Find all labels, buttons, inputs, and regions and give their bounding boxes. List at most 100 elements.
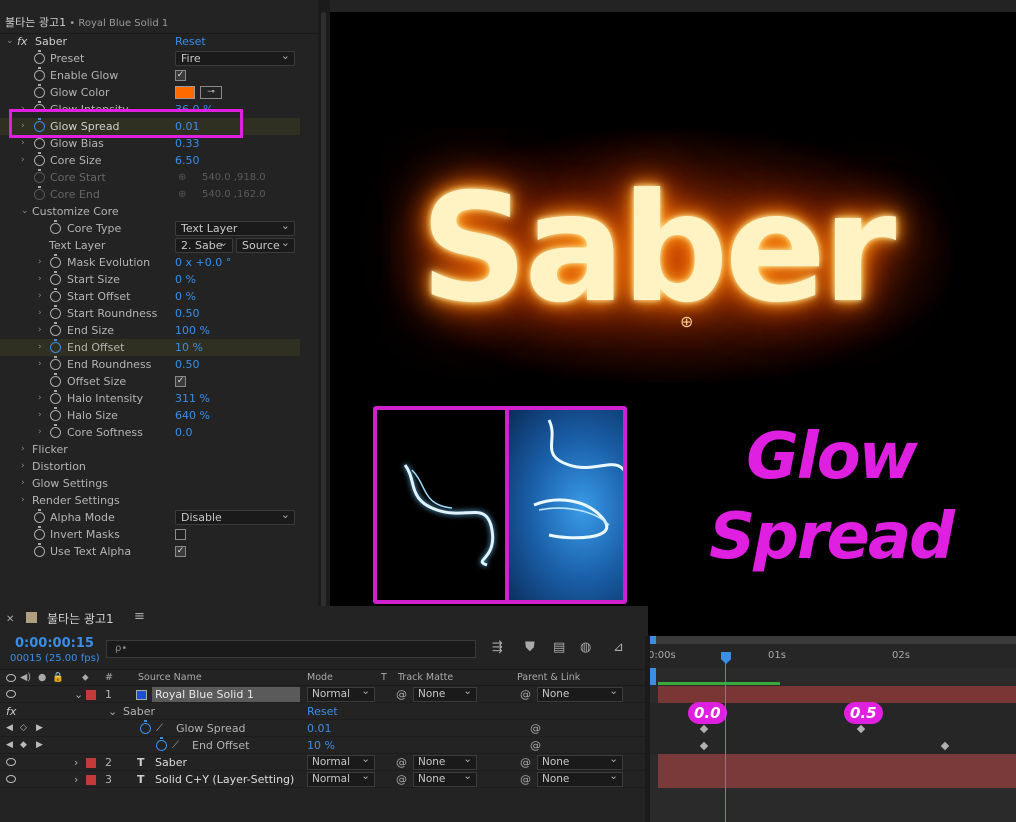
layer-name[interactable]: Solid C+Y (Layer-Setting) [155,771,294,788]
chevron-right-icon[interactable]: › [38,356,48,373]
prev-keyframe-icon[interactable]: ◀ [6,737,13,754]
group-glow-settings[interactable]: › Glow Settings [0,475,300,492]
effect-name[interactable]: Saber [123,703,155,720]
audio-icon[interactable]: ◀) [20,672,31,683]
layer-label-color[interactable] [86,758,96,768]
stopwatch-icon[interactable] [50,339,61,353]
composition-mini-flowchart-icon[interactable]: ⇶ [492,640,503,655]
layer-bar-2[interactable] [658,754,1016,771]
effect-saber-row[interactable]: ⌄ fx Saber Reset [0,33,300,50]
chevron-right-icon[interactable]: › [38,288,48,305]
layer-row-1[interactable]: ⌄ 1 Royal Blue Solid 1 Normal @ None @ N… [0,685,648,703]
layer-row-2[interactable]: › 2 T Saber Normal @ None @ None [0,753,648,771]
stopwatch-icon[interactable] [140,720,151,734]
eye-icon[interactable] [6,690,16,698]
chevron-right-icon[interactable]: › [21,441,31,458]
param-value[interactable]: 0 % [175,271,196,288]
stopwatch-icon[interactable] [34,50,45,64]
close-icon[interactable]: ✕ [6,614,14,625]
add-keyframe-icon[interactable]: ◇ [20,720,27,737]
group-flicker[interactable]: › Flicker [0,441,300,458]
chevron-right-icon[interactable]: › [21,492,31,509]
solo-icon[interactable]: ● [38,672,46,683]
param-value[interactable]: 0 x +0.0 ° [175,254,231,271]
chevron-down-icon[interactable]: ⌄ [74,686,83,703]
group-distortion[interactable]: › Distortion [0,458,300,475]
glow-color-swatch[interactable] [175,86,195,99]
layer-name[interactable]: Saber [155,754,187,771]
frame-blending-icon[interactable]: ▤ [553,640,565,655]
chevron-down-icon[interactable]: ⌄ [6,33,16,50]
invert-masks-checkbox[interactable] [175,529,186,540]
param-value[interactable]: 0.50 [175,356,200,373]
anchor-point-icon[interactable]: ⊕ [680,312,693,331]
reset-button[interactable]: Reset [175,33,206,50]
chevron-right-icon[interactable]: › [21,458,31,475]
param-value[interactable]: 10 % [175,339,203,356]
eye-icon[interactable] [6,758,16,766]
graph-icon[interactable]: ⟋ [172,737,179,754]
graph-editor-icon[interactable]: ⊿ [613,640,624,655]
chevron-right-icon[interactable]: › [38,254,48,271]
param-value[interactable]: 311 % [175,390,210,407]
lock-icon[interactable]: 🔒 [52,672,64,683]
stopwatch-icon[interactable] [50,322,61,336]
chevron-right-icon[interactable]: › [38,407,48,424]
current-timecode[interactable]: 0:00:00:15 [15,636,94,651]
layer-search-input[interactable]: ρ• [106,640,476,658]
stopwatch-icon[interactable] [50,390,61,404]
layer-row-3[interactable]: › 3 T Solid C+Y (Layer-Setting) Normal @… [0,770,648,788]
param-value[interactable]: 6.50 [175,152,200,169]
use-text-alpha-checkbox[interactable]: ✓ [175,546,186,557]
source-dropdown[interactable]: Source [236,236,295,253]
property-value[interactable]: 10 % [307,737,335,754]
expression-icon[interactable]: @ [530,720,541,737]
stopwatch-icon[interactable] [50,356,61,370]
text-layer-dropdown[interactable]: 2. Sabe [175,236,233,253]
layer-label-color[interactable] [86,690,96,700]
layer-bar-3[interactable] [658,771,1016,788]
next-keyframe-icon[interactable]: ▶ [36,720,43,737]
pickwhip-icon[interactable]: @ [520,771,531,788]
prev-keyframe-icon[interactable]: ◀ [6,720,13,737]
timeline-splitter[interactable] [645,636,650,822]
layer-name[interactable]: Royal Blue Solid 1 [152,687,300,702]
scrollbar-thumb[interactable] [321,12,326,622]
param-value[interactable]: 0.50 [175,305,200,322]
offset-size-checkbox[interactable]: ✓ [175,376,186,387]
chevron-right-icon[interactable]: › [38,271,48,288]
core-type-dropdown[interactable]: Text Layer [175,219,295,236]
param-value[interactable]: 0.0 [175,424,193,441]
eye-icon[interactable] [6,775,16,783]
stopwatch-icon[interactable] [34,543,45,557]
track-matte-dropdown[interactable]: None [413,753,477,770]
col-source-name[interactable]: Source Name [138,672,202,683]
track-matte-dropdown[interactable]: None [413,685,477,702]
stopwatch-icon[interactable] [34,526,45,540]
chevron-right-icon[interactable]: › [38,322,48,339]
stopwatch-icon[interactable] [50,254,61,268]
add-keyframe-icon[interactable]: ◆ [20,737,27,754]
chevron-right-icon[interactable]: › [74,754,78,771]
stopwatch-icon[interactable] [50,407,61,421]
composition-viewer[interactable]: Saber ⊕ Glow Spread [330,12,1016,636]
time-ruler[interactable]: 0:00s 01s 02s [648,644,1016,668]
work-area-start[interactable] [650,668,656,685]
eye-icon[interactable] [6,674,16,682]
motion-blur-icon[interactable]: ◍ [580,640,591,655]
chevron-down-icon[interactable]: ⌄ [21,203,31,220]
navigator-handle[interactable] [650,636,656,644]
stopwatch-icon[interactable] [34,84,45,98]
stopwatch-icon[interactable] [50,288,61,302]
blend-mode-dropdown[interactable]: Normal [307,685,375,702]
property-value[interactable]: 0.01 [307,720,332,737]
group-render-settings[interactable]: › Render Settings [0,492,300,509]
param-value[interactable]: 0 % [175,288,196,305]
chevron-right-icon[interactable]: › [38,339,48,356]
group-customize-core[interactable]: ⌄ Customize Core [0,203,300,220]
timeline-tab-title[interactable]: 불타는 광고1 [47,610,114,627]
stopwatch-icon[interactable] [50,305,61,319]
blend-mode-dropdown[interactable]: Normal [307,770,375,787]
reset-button[interactable]: Reset [307,703,338,720]
track-matte-dropdown[interactable]: None [413,770,477,787]
